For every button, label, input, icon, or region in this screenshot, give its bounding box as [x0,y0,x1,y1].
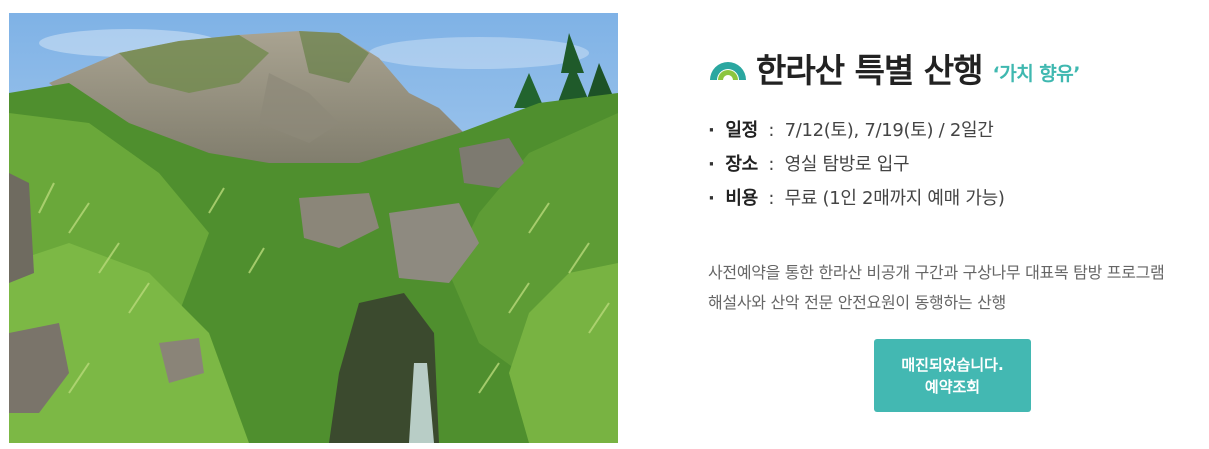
button-line-sold-out: 매진되었습니다. [901,355,1004,374]
detail-value: 7/12(토), 7/19(토) / 2일간 [784,120,994,141]
detail-separator: : [768,120,775,141]
button-line-reservation-check: 예약조회 [924,377,981,396]
bullet: · [708,188,715,209]
program-description: 사전예약을 통한 한라산 비공개 구간과 구상나무 대표목 탐방 프로그램 해설… [708,258,1208,318]
detail-separator: : [768,188,775,209]
bullet: · [708,120,715,141]
bullet: · [708,154,715,175]
detail-key: 장소 [725,154,758,175]
detail-key: 비용 [725,188,758,209]
detail-schedule: · 일정 : 7/12(토), 7/19(토) / 2일간 [708,114,1208,148]
program-title: 한라산 특별 산행 [756,51,983,90]
description-line: 해설사와 산악 전문 안전요원이 동행하는 산행 [708,293,1006,312]
hallasan-landscape-image [9,13,618,443]
sold-out-reservation-button[interactable]: 매진되었습니다. 예약조회 [874,339,1031,412]
program-subtitle: ‘가치 향유’ [992,62,1081,85]
detail-location: · 장소 : 영실 탐방로 입구 [708,148,1208,182]
program-details: · 일정 : 7/12(토), 7/19(토) / 2일간 · 장소 : 영실 … [708,114,1208,216]
mountain-photo [9,13,618,443]
detail-key: 일정 [725,120,758,141]
title-row: 한라산 특별 산행 ‘가치 향유’ [708,40,1208,96]
detail-cost: · 비용 : 무료 (1인 2매까지 예매 가능) [708,182,1208,216]
detail-value: 무료 (1인 2매까지 예매 가능) [784,188,1005,209]
mountain-arch-icon [710,62,746,80]
program-info: 한라산 특별 산행 ‘가치 향유’ · 일정 : 7/12(토), 7/19(토… [708,40,1208,318]
detail-separator: : [768,154,775,175]
description-line: 사전예약을 통한 한라산 비공개 구간과 구상나무 대표목 탐방 프로그램 [708,263,1165,282]
detail-value: 영실 탐방로 입구 [784,154,910,175]
